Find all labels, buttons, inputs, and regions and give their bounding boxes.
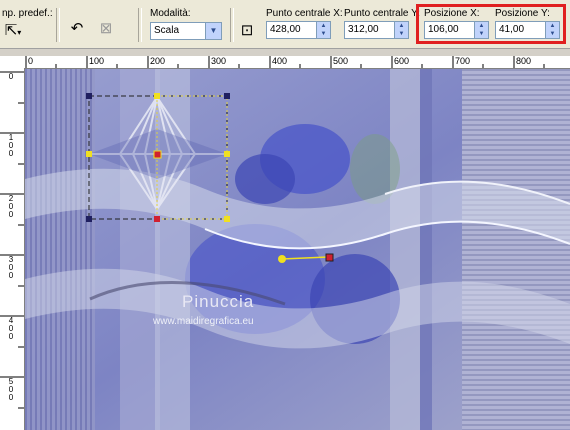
ruler-label: 400 <box>272 56 288 66</box>
position-highlight-box <box>416 4 566 44</box>
center-x-label: Punto centrale X: <box>266 8 343 19</box>
image-canvas[interactable]: Pinuccia www.maidiregrafica.eu <box>25 69 570 430</box>
center-point-icon[interactable]: ⊡ <box>236 20 258 42</box>
mode-label: Modalità: <box>150 8 191 19</box>
canvas-artwork <box>25 69 570 430</box>
ruler-label: 700 <box>455 56 471 66</box>
tool-options-bar: np. predef.: ⇱▾ ↶ ⊠ Modalità: Scala ▼ ⊡ … <box>0 0 570 49</box>
center-y-value: 312,00 <box>348 24 379 35</box>
horizontal-ruler[interactable]: 0 100 200 300 400 500 600 700 800 <box>0 56 570 69</box>
separator <box>56 8 60 42</box>
center-x-value: 428,00 <box>270 24 301 35</box>
ruler-label: 1 0 0 <box>8 133 14 158</box>
ruler-label: 500 <box>333 56 349 66</box>
watermark-url: www.maidiregrafica.eu <box>153 316 254 327</box>
preset-picker-icon[interactable]: ⇱▾ <box>2 20 24 42</box>
ruler-label: 200 <box>150 56 166 66</box>
apply-transform-icon[interactable]: ⊠ <box>95 18 117 40</box>
center-y-field[interactable]: 312,00 ▲ ▼ <box>344 21 409 39</box>
ruler-label: 2 0 0 <box>8 194 14 219</box>
separator <box>138 8 142 42</box>
separator <box>230 8 234 42</box>
spin-arrows-icon[interactable]: ▲ ▼ <box>316 22 330 38</box>
reset-arrow-icon[interactable]: ↶ <box>66 18 88 40</box>
ruler-label: 3 0 0 <box>8 255 14 280</box>
ruler-label: 300 <box>211 56 227 66</box>
vertical-ruler[interactable]: 0 1 0 0 2 0 0 3 0 0 4 0 0 5 0 0 <box>0 68 25 430</box>
ruler-ticks-left <box>0 71 24 409</box>
spin-arrows-icon[interactable]: ▲ ▼ <box>394 22 408 38</box>
mode-select[interactable]: Scala ▼ <box>150 22 222 40</box>
ruler-label: 0 <box>28 56 34 66</box>
center-x-field[interactable]: 428,00 ▲ ▼ <box>266 21 331 39</box>
ruler-label: 4 0 0 <box>8 316 14 341</box>
preset-label: np. predef.: <box>2 8 53 19</box>
ruler-label: 100 <box>89 56 105 66</box>
ruler-label: 0 <box>8 72 14 81</box>
ruler-label: 5 0 0 <box>8 377 14 402</box>
watermark-name: Pinuccia <box>182 292 255 311</box>
mode-select-value: Scala <box>154 25 180 36</box>
center-y-label: Punto centrale Y: <box>344 8 420 19</box>
chevron-down-icon[interactable]: ▼ <box>205 23 221 39</box>
ruler-label: 800 <box>516 56 532 66</box>
ruler-label: 600 <box>394 56 410 66</box>
